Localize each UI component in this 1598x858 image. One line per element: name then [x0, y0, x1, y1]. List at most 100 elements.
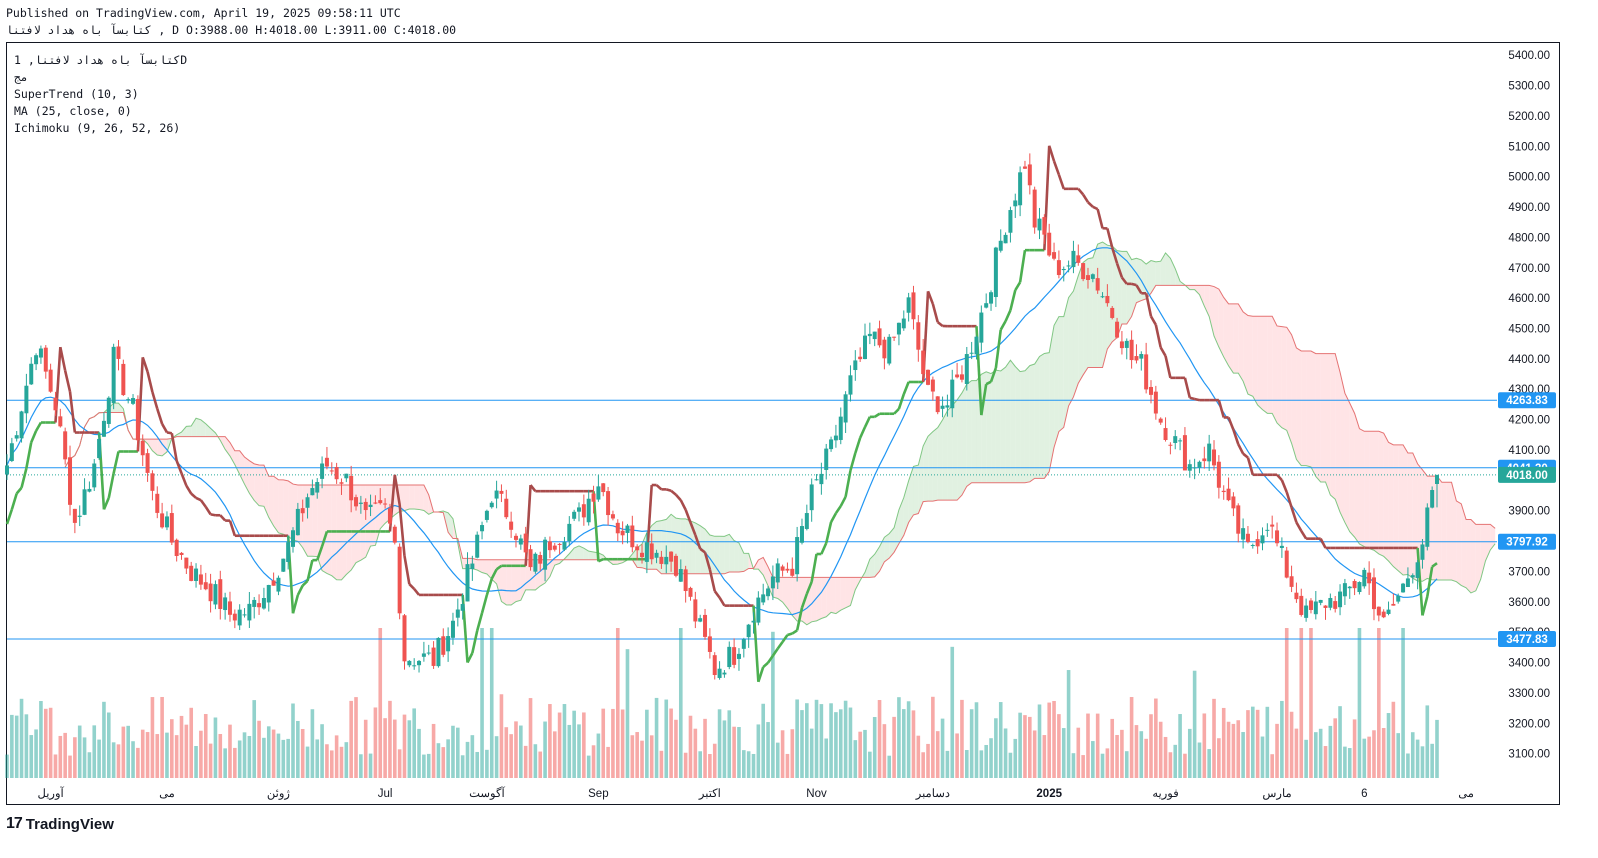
volume-bar: [339, 746, 344, 778]
price-chart[interactable]: 5400.00 5300.00 5200.00 5100.00 5000.00 4900.…: [0, 0, 1598, 858]
volume-bar: [257, 720, 261, 778]
candle-body: [349, 475, 354, 501]
volume-bar: [1304, 739, 1308, 778]
volume-bar: [509, 734, 513, 778]
candle-body: [640, 552, 645, 558]
candle-body: [601, 483, 606, 493]
candle-body: [635, 546, 640, 551]
volume-bar: [882, 724, 887, 778]
volume-bar: [1066, 670, 1071, 778]
volume-bar: [43, 708, 48, 778]
candle-body: [1236, 505, 1241, 534]
candle-body: [688, 587, 693, 597]
candle-body: [63, 431, 68, 460]
supertrend-segment: [999, 320, 1007, 331]
cloud-segment: [1470, 519, 1476, 593]
cloud-segment: [380, 485, 386, 529]
tradingview-logo[interactable]: 17 TradingView: [6, 815, 114, 833]
cloud-segment: [1029, 364, 1035, 482]
candle-body: [664, 556, 669, 565]
cloud-segment: [1058, 316, 1064, 432]
candle-body: [887, 336, 892, 364]
cloud-segment: [312, 485, 318, 557]
candle-body: [446, 636, 451, 652]
candle-body: [615, 522, 620, 534]
volume-bar: [1275, 723, 1279, 778]
candle-body: [373, 502, 378, 504]
volume-bar: [872, 717, 877, 778]
volume-bar: [1110, 718, 1115, 778]
candle-body: [1430, 490, 1435, 508]
volume-bar: [160, 696, 164, 778]
volume-bar: [140, 729, 145, 778]
volume-bar: [1362, 738, 1367, 778]
cloud-segment: [1398, 444, 1404, 575]
candle-body: [538, 555, 543, 564]
tradingview-logo-icon: 17: [6, 815, 23, 832]
volume-bar: [630, 735, 635, 778]
volume-bar: [34, 729, 38, 778]
candle-body: [1279, 545, 1284, 548]
tradingview-brand: TradingView: [25, 815, 114, 833]
volume-bar: [1401, 628, 1405, 778]
cloud-segment: [1340, 372, 1345, 523]
cloud-segment: [831, 577, 836, 614]
volume-bar: [24, 714, 29, 778]
candle-body: [1100, 296, 1105, 298]
volume-bar: [533, 744, 538, 778]
candle-body: [1275, 530, 1280, 544]
legend-supertrend[interactable]: SuperTrend (10, 3): [14, 87, 139, 101]
volume-bar: [504, 727, 509, 778]
volume-bar: [654, 697, 659, 778]
volume-bar: [5, 754, 9, 778]
cloud-segment: [1267, 316, 1273, 414]
candle-body: [785, 568, 790, 571]
cloud-segment: [1306, 350, 1311, 467]
candle-body: [620, 530, 625, 536]
candle-body: [906, 297, 911, 313]
candle-body: [926, 369, 931, 385]
volume-bar: [1091, 741, 1095, 778]
candle-body: [324, 457, 329, 467]
cloud-segment: [1155, 261, 1161, 286]
supertrend-segment: [873, 412, 881, 418]
volume-bar: [465, 741, 470, 778]
legend-ma[interactable]: MA (25, close, 0): [14, 104, 132, 118]
volume-bar: [737, 727, 741, 778]
candle-body: [1178, 440, 1183, 442]
volume-bar: [853, 740, 858, 778]
candle-body: [315, 482, 320, 493]
volume-bar: [199, 730, 203, 778]
volume-bar: [1037, 704, 1042, 778]
volume-bar: [669, 708, 673, 778]
volume-bar: [373, 707, 378, 778]
candle-body: [1357, 582, 1362, 592]
candle-body: [198, 574, 203, 585]
volume-bar: [664, 699, 669, 778]
candle-body: [989, 292, 994, 304]
candle-body: [358, 502, 363, 504]
supertrend-segment: [34, 421, 43, 432]
supertrend-segment: [1131, 282, 1137, 287]
supertrend-segment: [471, 630, 479, 654]
legend-ichimoku[interactable]: Ichimoku (9, 26, 52, 26): [14, 121, 180, 135]
volume-bar: [1212, 698, 1216, 778]
x-tick-label: می: [1458, 788, 1474, 800]
supertrend-segment: [1237, 443, 1245, 455]
candle-body: [475, 534, 480, 558]
supertrend-segment: [1096, 208, 1104, 229]
volume-bar: [296, 720, 300, 778]
supertrend-segment: [1280, 479, 1288, 493]
volume-bar: [145, 732, 150, 778]
candle-body: [1163, 428, 1168, 440]
cloud-segment: [1262, 316, 1268, 414]
cloud-segment: [273, 476, 279, 533]
legend-symbol: کتابسآ باه هداد لافتنا, 1D: [14, 53, 188, 67]
candle-body: [189, 565, 194, 581]
candle-body: [1255, 539, 1260, 547]
volume-bar: [315, 739, 320, 778]
volume-bar: [1294, 728, 1299, 778]
candle-body: [441, 636, 446, 655]
supertrend-segment: [166, 431, 173, 435]
supertrend-segment: [480, 594, 489, 614]
